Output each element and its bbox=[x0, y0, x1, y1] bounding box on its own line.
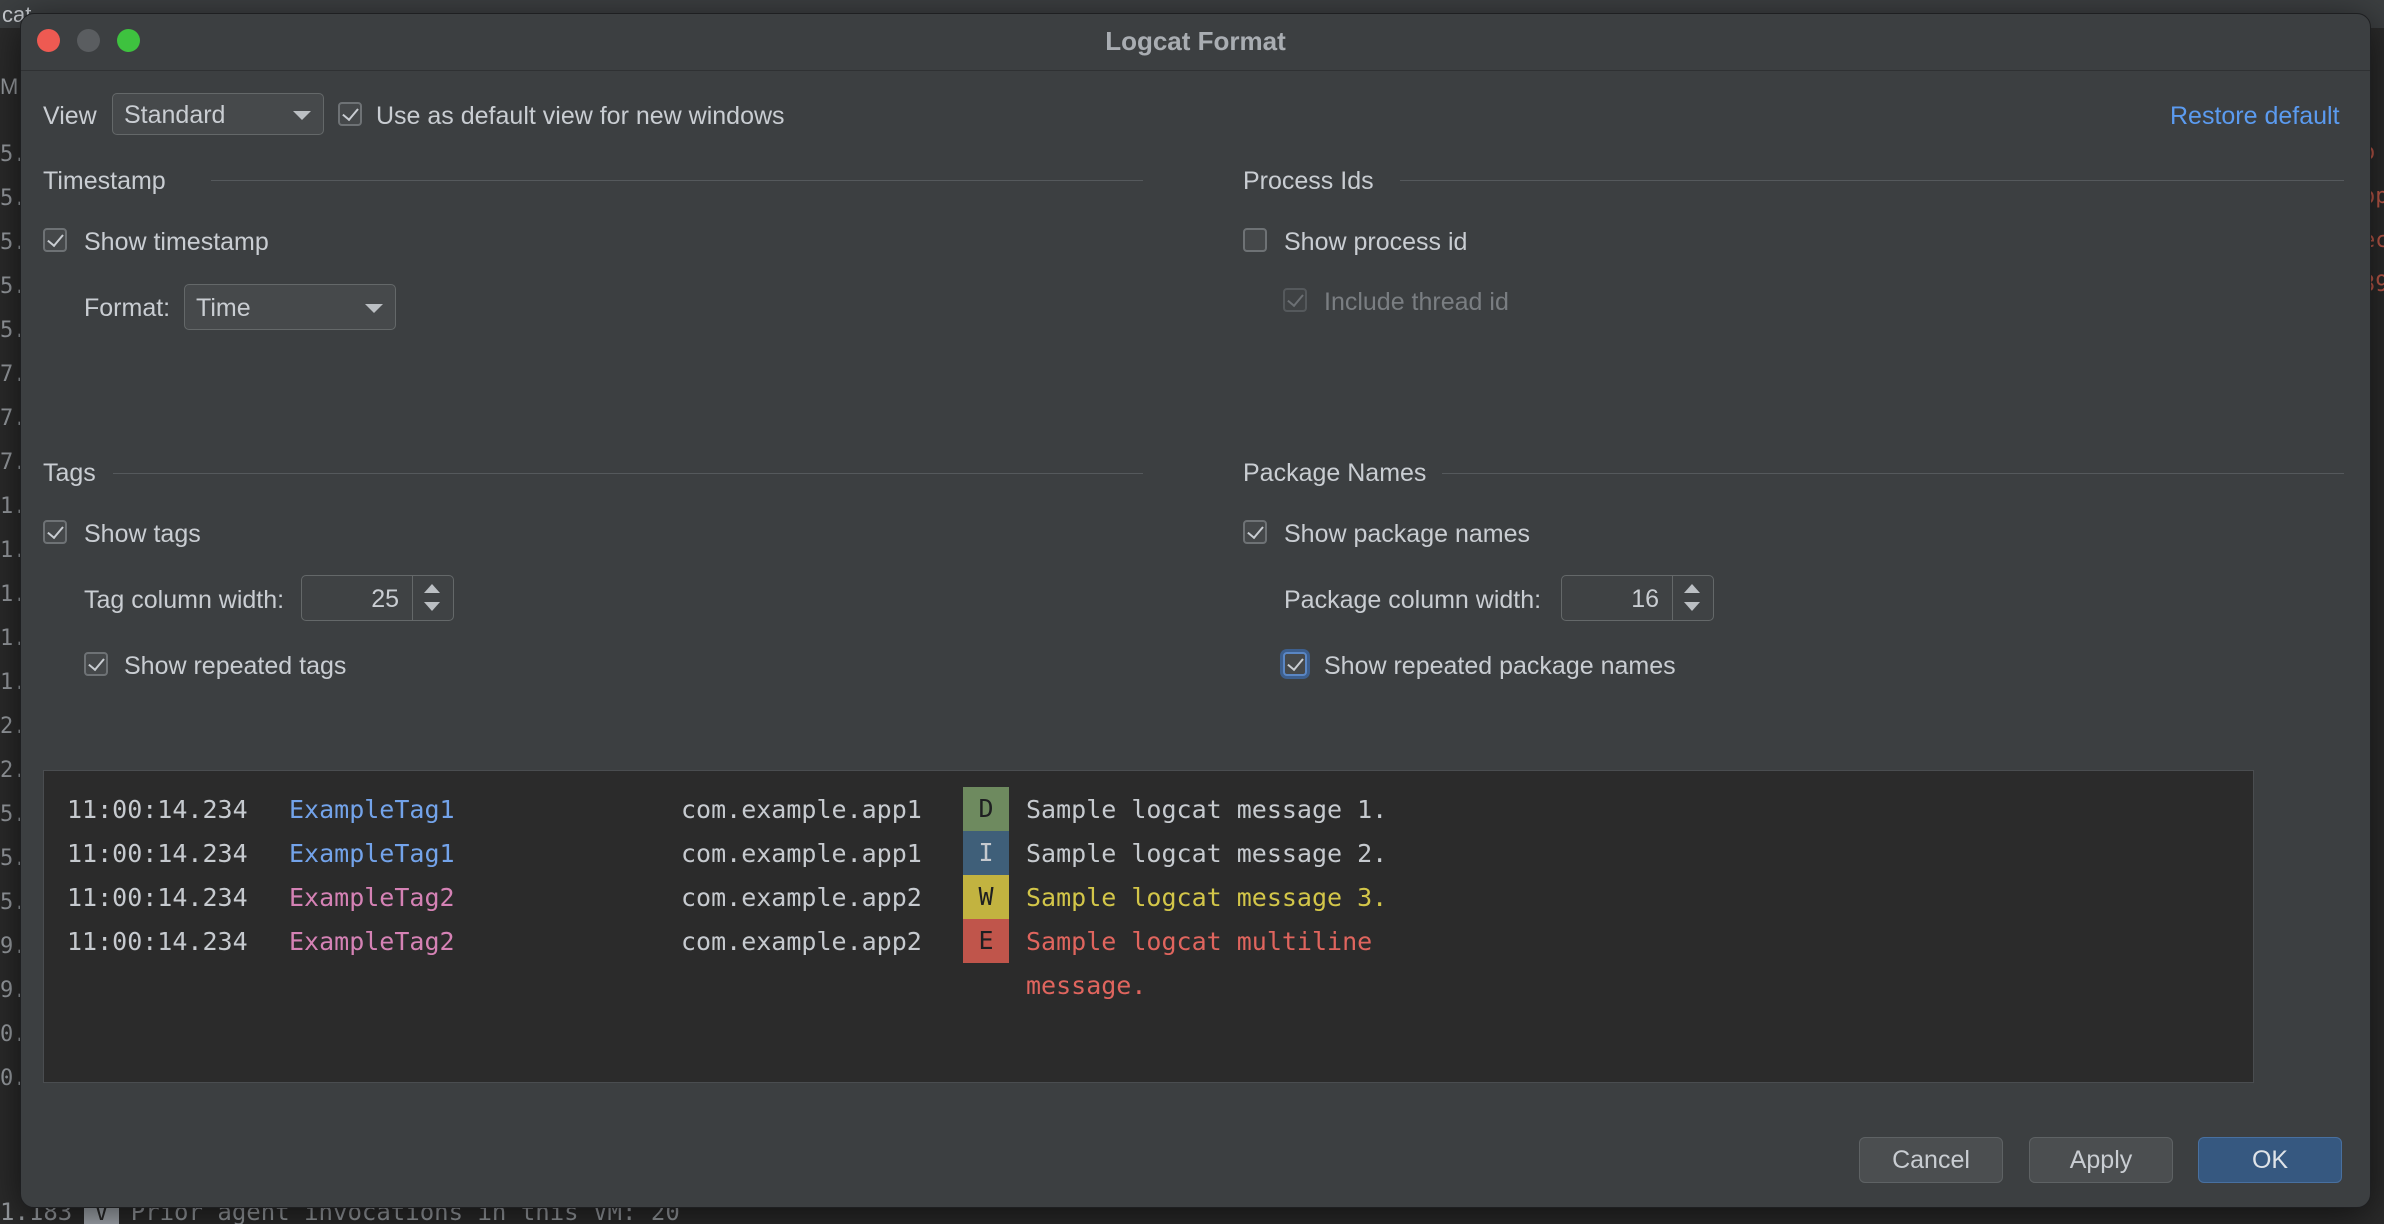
preview-message-continuation: message. bbox=[1026, 971, 1147, 1000]
preview-row: 11:00:14.234 ExampleTag2 com.example.app… bbox=[44, 875, 2253, 919]
preview-timestamp: 11:00:14.234 bbox=[67, 883, 248, 912]
preview-tag: ExampleTag1 bbox=[289, 795, 455, 824]
preview-package: com.example.app2 bbox=[681, 883, 922, 912]
preview-package: com.example.app2 bbox=[681, 927, 922, 956]
show-package-names-checkbox[interactable] bbox=[1243, 520, 1267, 544]
package-column-width-spinner[interactable]: 16 bbox=[1561, 575, 1714, 621]
preview-message: Sample logcat message 2. bbox=[1026, 839, 1388, 868]
show-package-names-label: Show package names bbox=[1284, 520, 1530, 548]
view-select[interactable]: Standard bbox=[112, 93, 324, 135]
preview-row: 11:00:14.234 ExampleTag1 com.example.app… bbox=[44, 831, 2253, 875]
logcat-preview: 11:00:14.234 ExampleTag1 com.example.app… bbox=[43, 770, 2254, 1083]
process-ids-separator bbox=[1400, 180, 2344, 181]
view-select-value: Standard bbox=[124, 101, 226, 129]
checkmark-icon bbox=[47, 229, 64, 248]
show-tags-checkbox[interactable] bbox=[43, 520, 67, 544]
checkmark-icon bbox=[1287, 653, 1304, 672]
preview-timestamp: 11:00:14.234 bbox=[67, 795, 248, 824]
preview-timestamp: 11:00:14.234 bbox=[67, 927, 248, 956]
timestamp-section-title: Timestamp bbox=[43, 167, 166, 195]
tag-column-width-spinner[interactable]: 25 bbox=[301, 575, 454, 621]
show-repeated-tags-label: Show repeated tags bbox=[124, 652, 347, 680]
preview-message: Sample logcat message 1. bbox=[1026, 795, 1388, 824]
decrement-arrow-icon[interactable] bbox=[1684, 602, 1700, 611]
include-thread-id-checkbox[interactable] bbox=[1283, 288, 1307, 312]
tag-column-width-value: 25 bbox=[371, 585, 399, 613]
show-timestamp-checkbox[interactable] bbox=[43, 228, 67, 252]
view-label: View bbox=[43, 102, 97, 130]
checkmark-icon bbox=[47, 521, 64, 540]
show-timestamp-label: Show timestamp bbox=[84, 228, 269, 256]
timestamp-format-value: Time bbox=[196, 294, 251, 322]
tags-section-title: Tags bbox=[43, 459, 96, 487]
level-badge-info: I bbox=[963, 831, 1009, 875]
timestamp-format-label: Format: bbox=[84, 294, 171, 322]
preview-row: 11:00:14.234 ExampleTag2 com.example.app… bbox=[44, 919, 2253, 963]
process-ids-section-title: Process Ids bbox=[1243, 167, 1374, 195]
spinner-divider bbox=[1672, 576, 1673, 620]
preview-package: com.example.app1 bbox=[681, 795, 922, 824]
restore-default-link[interactable]: Restore default bbox=[2170, 102, 2340, 131]
apply-button[interactable]: Apply bbox=[2029, 1137, 2173, 1183]
background-side-tab: M bbox=[0, 74, 19, 99]
preview-row-continuation: message. bbox=[44, 963, 2253, 1007]
tag-column-width-label: Tag column width: bbox=[84, 586, 285, 614]
package-names-separator bbox=[1442, 473, 2344, 474]
preview-row: 11:00:14.234 ExampleTag1 com.example.app… bbox=[44, 787, 2253, 831]
dialog-title: Logcat Format bbox=[1105, 26, 1286, 56]
preview-tag: ExampleTag1 bbox=[289, 839, 455, 868]
timestamp-format-select[interactable]: Time bbox=[184, 284, 396, 330]
level-badge-warn: W bbox=[963, 875, 1009, 919]
preview-timestamp: 11:00:14.234 bbox=[67, 839, 248, 868]
preview-tag: ExampleTag2 bbox=[289, 927, 455, 956]
decrement-arrow-icon[interactable] bbox=[424, 602, 440, 611]
show-repeated-package-names-label: Show repeated package names bbox=[1324, 652, 1676, 680]
include-thread-id-label: Include thread id bbox=[1324, 288, 1509, 316]
preview-message: Sample logcat message 3. bbox=[1026, 883, 1388, 912]
logcat-format-dialog: Logcat Format View Standard Use as defau… bbox=[20, 13, 2371, 1208]
increment-arrow-icon[interactable] bbox=[424, 584, 440, 593]
dialog-titlebar: Logcat Format bbox=[21, 14, 2370, 71]
spinner-divider bbox=[412, 576, 413, 620]
increment-arrow-icon[interactable] bbox=[1684, 584, 1700, 593]
show-repeated-package-names-checkbox[interactable] bbox=[1283, 652, 1307, 676]
package-column-width-label: Package column width: bbox=[1284, 586, 1542, 614]
level-badge-debug: D bbox=[963, 787, 1009, 831]
show-repeated-tags-checkbox[interactable] bbox=[84, 652, 108, 676]
preview-message: Sample logcat multiline bbox=[1026, 927, 1373, 956]
show-process-id-checkbox[interactable] bbox=[1243, 228, 1267, 252]
timestamp-separator bbox=[211, 180, 1143, 181]
checkmark-icon bbox=[1287, 289, 1304, 308]
default-view-checkbox[interactable] bbox=[338, 102, 362, 126]
chevron-down-icon bbox=[293, 111, 311, 120]
package-names-section-title: Package Names bbox=[1243, 459, 1427, 487]
checkmark-icon bbox=[88, 653, 105, 672]
chevron-down-icon bbox=[365, 304, 383, 313]
show-tags-label: Show tags bbox=[84, 520, 201, 548]
level-badge-error: E bbox=[963, 919, 1009, 963]
default-view-label: Use as default view for new windows bbox=[376, 102, 785, 130]
tags-separator bbox=[113, 473, 1143, 474]
checkmark-icon bbox=[1247, 521, 1264, 540]
preview-tag: ExampleTag2 bbox=[289, 883, 455, 912]
package-column-width-value: 16 bbox=[1631, 585, 1659, 613]
show-process-id-label: Show process id bbox=[1284, 228, 1468, 256]
checkmark-icon bbox=[342, 103, 359, 122]
cancel-button[interactable]: Cancel bbox=[1859, 1137, 2003, 1183]
preview-package: com.example.app1 bbox=[681, 839, 922, 868]
ok-button[interactable]: OK bbox=[2198, 1137, 2342, 1183]
